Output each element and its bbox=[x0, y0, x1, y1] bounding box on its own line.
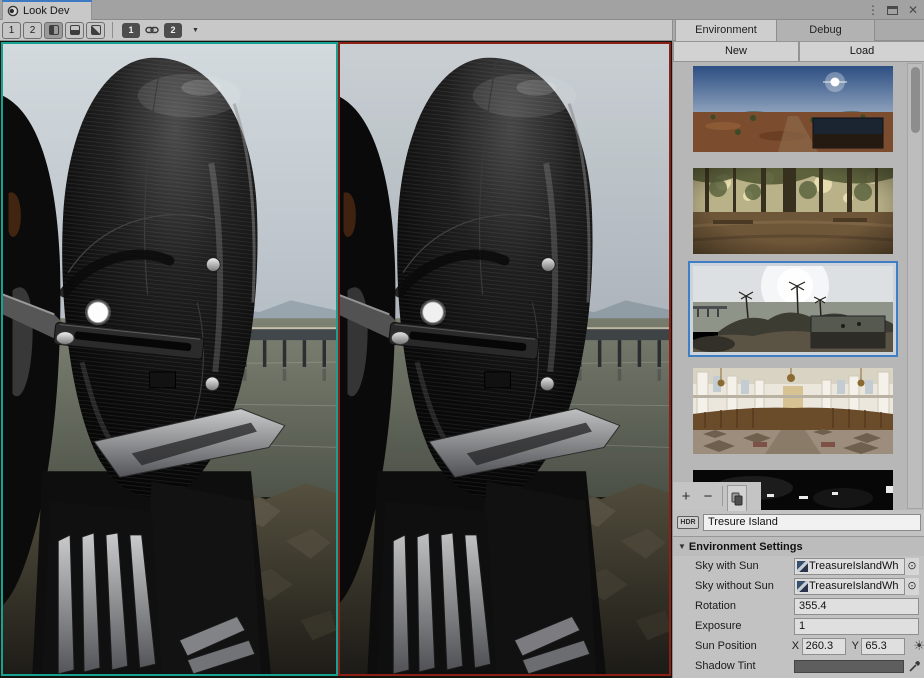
lookdev-eye-icon bbox=[7, 5, 19, 17]
forest-preview bbox=[693, 168, 893, 254]
panel-tab-bar: Environment Debug bbox=[673, 20, 924, 41]
environment-name-input[interactable] bbox=[703, 514, 921, 531]
sky-with-sun-label: Sky with Sun bbox=[695, 560, 794, 572]
duplicate-environment-button[interactable] bbox=[727, 485, 747, 511]
sky-without-sun-label: Sky without Sun bbox=[695, 580, 794, 592]
sky-without-sun-row: Sky without Sun TreasureIslandWh ⊙ bbox=[673, 576, 924, 596]
split-horizontal-icon bbox=[70, 25, 80, 35]
hdr-name-row: HDR bbox=[673, 510, 924, 534]
library-actions: New Load bbox=[673, 41, 924, 62]
cubemap-icon bbox=[797, 581, 808, 592]
lookdev-view-2[interactable] bbox=[338, 42, 671, 676]
remove-environment-button[interactable]: − bbox=[698, 485, 718, 507]
exposure-label: Exposure bbox=[695, 620, 794, 632]
split-horizontal-view-button[interactable] bbox=[65, 22, 84, 39]
window-menu-icon[interactable]: ⋮ bbox=[867, 3, 877, 17]
lookdev-view-1[interactable] bbox=[1, 42, 338, 676]
camera-1-button[interactable]: 1 bbox=[122, 23, 140, 38]
shadow-tint-color-swatch[interactable] bbox=[794, 660, 904, 673]
window-close-icon[interactable]: ✕ bbox=[908, 3, 918, 17]
sun-y-input[interactable] bbox=[861, 638, 905, 655]
lookdev-toolbar: 1 2 1 2 ▼ bbox=[0, 20, 672, 41]
exposure-row: Exposure bbox=[673, 616, 924, 636]
tab-environment[interactable]: Environment bbox=[675, 20, 777, 41]
camera-2-button[interactable]: 2 bbox=[164, 23, 182, 38]
environment-library-toolbar: + − bbox=[673, 482, 761, 510]
sun-position-row: Sun Position X Y ☀ bbox=[673, 636, 924, 656]
toolbar-dropdown-icon[interactable]: ▼ bbox=[192, 27, 199, 34]
split-diagonal-icon bbox=[91, 25, 101, 35]
sun-position-label: Sun Position bbox=[695, 640, 792, 652]
load-button[interactable]: Load bbox=[799, 41, 924, 62]
rotation-input[interactable] bbox=[794, 598, 919, 615]
treasure-island-preview bbox=[693, 266, 893, 352]
desert-sun-preview bbox=[693, 66, 893, 152]
object-picker-icon[interactable]: ⊙ bbox=[904, 578, 919, 595]
sun-y-label: Y bbox=[852, 640, 862, 652]
window-title: Look Dev bbox=[23, 5, 69, 17]
split-vertical-icon bbox=[49, 25, 59, 35]
window-maximize-icon[interactable] bbox=[887, 6, 898, 15]
lookdev-window-tab[interactable]: Look Dev bbox=[2, 0, 92, 20]
environment-panel: Environment Debug New Load bbox=[672, 20, 924, 678]
new-button[interactable]: New bbox=[673, 41, 799, 62]
add-environment-button[interactable]: + bbox=[676, 485, 696, 507]
cubemap-icon bbox=[797, 561, 808, 572]
single-view-2-button[interactable]: 2 bbox=[23, 22, 42, 39]
thumbnail-scrollbar-thumb[interactable] bbox=[911, 67, 920, 133]
rotation-label: Rotation bbox=[695, 600, 794, 612]
sky-with-sun-row: Sky with Sun TreasureIslandWh ⊙ bbox=[673, 556, 924, 576]
sun-x-label: X bbox=[792, 640, 802, 652]
sun-x-input[interactable] bbox=[802, 638, 846, 655]
duplicate-icon bbox=[731, 492, 743, 506]
environment-settings-header[interactable]: ▼ Environment Settings bbox=[673, 536, 924, 556]
title-bar: Look Dev ⋮ ✕ bbox=[0, 0, 924, 20]
eyedropper-icon[interactable] bbox=[908, 660, 921, 673]
robot-head-scene-2 bbox=[340, 44, 669, 674]
sun-picker-icon[interactable]: ☀ bbox=[913, 638, 924, 654]
rotation-row: Rotation bbox=[673, 596, 924, 616]
exposure-input[interactable] bbox=[794, 618, 919, 635]
lookdev-viewport bbox=[0, 41, 672, 678]
shadow-tint-row: Shadow Tint bbox=[673, 656, 924, 676]
shadow-tint-label: Shadow Tint bbox=[695, 660, 794, 672]
env-thumbnail-church[interactable] bbox=[693, 368, 893, 454]
settings-header-title: Environment Settings bbox=[689, 541, 803, 553]
robot-head-scene-1 bbox=[3, 44, 336, 674]
env-thumbnail-desert-sun[interactable] bbox=[693, 66, 893, 152]
environment-thumbnail-list bbox=[673, 62, 924, 510]
single-view-1-button[interactable]: 1 bbox=[2, 22, 21, 39]
hdr-badge: HDR bbox=[677, 516, 699, 529]
env-thumbnail-forest[interactable] bbox=[693, 168, 893, 254]
env-thumbnail-treasure-island[interactable] bbox=[693, 266, 893, 352]
sky-with-sun-object-field[interactable]: TreasureIslandWh ⊙ bbox=[794, 558, 919, 575]
link-cameras-button[interactable] bbox=[144, 22, 160, 38]
thumbnail-scrollbar[interactable] bbox=[907, 63, 923, 509]
tab-debug[interactable]: Debug bbox=[777, 20, 875, 41]
link-icon bbox=[145, 25, 159, 35]
env-toolbar-separator bbox=[722, 486, 723, 506]
sky-without-sun-object-field[interactable]: TreasureIslandWh ⊙ bbox=[794, 578, 919, 595]
foldout-icon[interactable]: ▼ bbox=[678, 542, 686, 551]
church-interior-preview bbox=[693, 368, 893, 454]
toolbar-separator bbox=[112, 22, 113, 38]
selected-thumbnail-frame bbox=[688, 261, 898, 357]
split-zone-view-button[interactable] bbox=[86, 22, 105, 39]
object-picker-icon[interactable]: ⊙ bbox=[904, 558, 919, 575]
side-by-side-view-button[interactable] bbox=[44, 22, 63, 39]
